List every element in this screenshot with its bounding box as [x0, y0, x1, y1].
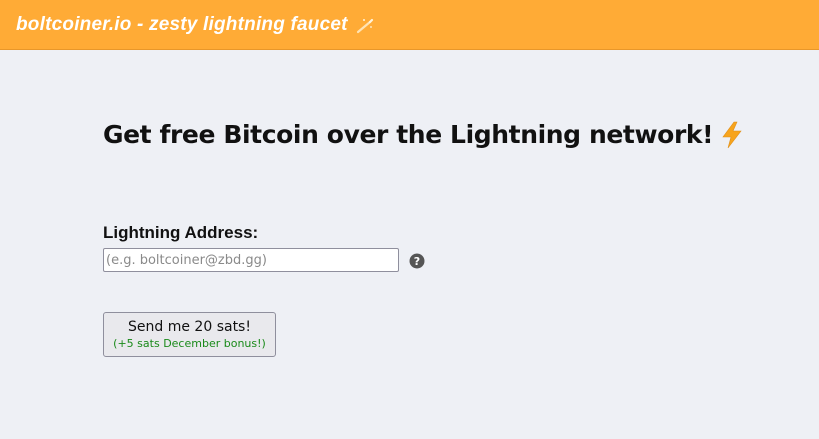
- lightning-address-input[interactable]: [103, 248, 399, 272]
- send-button-label: Send me 20 sats!: [128, 319, 251, 335]
- bonus-label: (+5 sats December bonus!): [113, 337, 266, 350]
- headline-row: Get free Bitcoin over the Lightning netw…: [103, 120, 745, 149]
- site-brand[interactable]: boltcoiner.io - zesty lightning faucet: [16, 14, 374, 36]
- send-sats-button[interactable]: Send me 20 sats! (+5 sats December bonus…: [103, 312, 276, 357]
- brand-title: boltcoiner.io - zesty lightning faucet: [16, 13, 348, 35]
- question-circle-icon[interactable]: ?: [409, 253, 425, 269]
- wand-icon: [356, 16, 374, 34]
- top-header: boltcoiner.io - zesty lightning faucet: [0, 0, 819, 50]
- page-title: Get free Bitcoin over the Lightning netw…: [103, 120, 714, 149]
- lightning-address-label: Lightning Address:: [103, 223, 259, 242]
- svg-text:?: ?: [414, 255, 420, 268]
- lightning-bolt-icon: [719, 121, 745, 149]
